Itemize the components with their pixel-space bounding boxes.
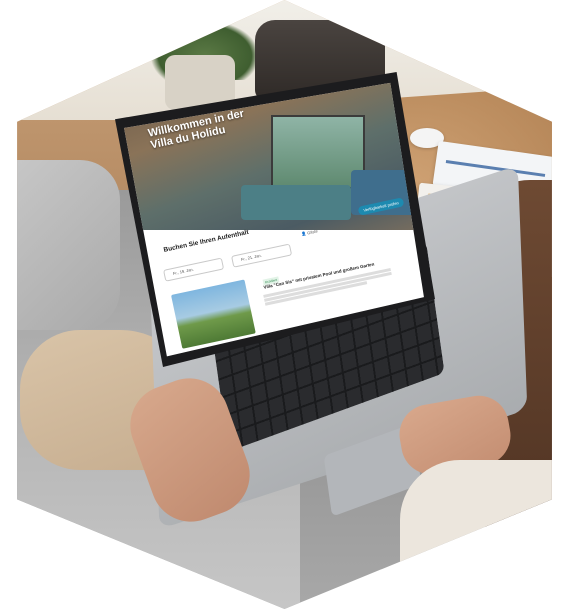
guests-label: Gäste [306,228,319,236]
user-icon: 👤 [300,230,307,237]
checkout-value: Fr., 21. Jan. [240,252,263,262]
checkin-field[interactable]: Fr., 19. Jan. [163,257,225,282]
pillow [17,160,120,330]
booking-title: Buchen Sie Ihren Aufenthalt [163,228,250,254]
hero-sofa [241,185,351,220]
checkout-field[interactable]: Fr., 21. Jan. [231,243,293,268]
hexagon-photo-frame: Willkommen in der Villa du Holidu Buchen… [17,0,552,609]
listing-image[interactable] [171,279,256,349]
checkin-value: Fr., 19. Jan. [172,266,195,276]
person-shirt [400,460,552,609]
